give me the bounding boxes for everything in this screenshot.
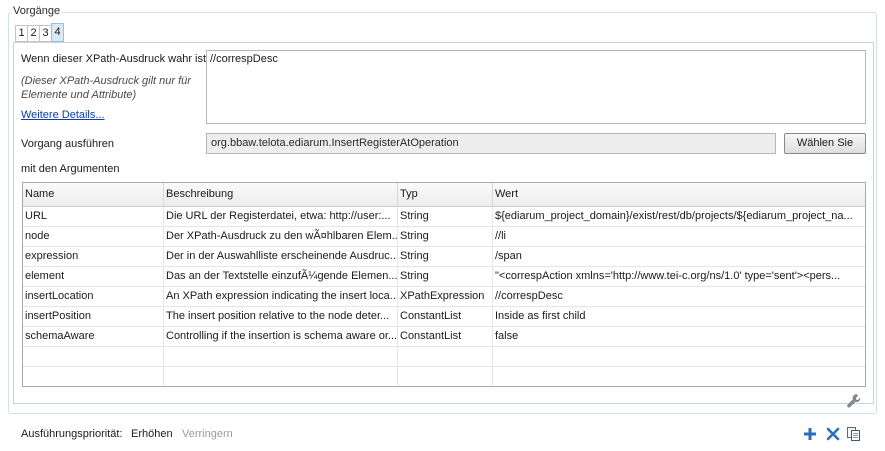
cell-name: URL <box>23 207 164 226</box>
table-row-empty <box>23 347 865 367</box>
more-details-link[interactable]: Weitere Details... <box>21 109 105 121</box>
cell-description: Controlling if the insertion is schema a… <box>164 327 398 346</box>
cell-value[interactable]: //correspDesc <box>493 287 865 306</box>
cell-value[interactable]: Inside as first child <box>493 307 865 326</box>
copy-icon[interactable] <box>846 426 862 442</box>
table-row[interactable]: insertPosition The insert position relat… <box>23 307 865 327</box>
column-header-name[interactable]: Name <box>23 183 164 206</box>
cell-value[interactable]: false <box>493 327 865 346</box>
cell-type: String <box>398 207 493 226</box>
cell-type <box>398 367 493 386</box>
cell-value[interactable]: "<correspAction xmlns='http://www.tei-c.… <box>493 267 865 286</box>
xpath-condition-input[interactable]: //correspDesc <box>206 50 866 124</box>
cell-name: element <box>23 267 164 286</box>
cell-description: An XPath expression indicating the inser… <box>164 287 398 306</box>
cell-value[interactable]: ${ediarum_project_domain}/exist/rest/db/… <box>493 207 865 226</box>
cell-name: insertLocation <box>23 287 164 306</box>
column-header-description[interactable]: Beschreibung <box>164 183 398 206</box>
lower-priority-button[interactable]: Verringern <box>182 428 233 440</box>
cell-type <box>398 347 493 366</box>
cell-type: String <box>398 247 493 266</box>
cell-description: The insert position relative to the node… <box>164 307 398 326</box>
table-row[interactable]: schemaAware Controlling if the insertion… <box>23 327 865 347</box>
table-header: Name Beschreibung Typ Wert <box>23 183 865 207</box>
cell-name <box>23 347 164 366</box>
tab-4[interactable]: 4 <box>51 23 64 42</box>
operation-label: Vorgang ausführen <box>21 138 114 150</box>
operation-field: org.bbaw.telota.ediarum.InsertRegisterAt… <box>206 133 776 154</box>
cell-name: node <box>23 227 164 246</box>
choose-button-label: Wählen Sie <box>796 137 854 149</box>
table-row[interactable]: node Der XPath-Ausdruck zu den wÃ¤hlbare… <box>23 227 865 247</box>
cell-type: XPathExpression <box>398 287 493 306</box>
cell-type: String <box>398 227 493 246</box>
cell-name <box>23 367 164 386</box>
cell-type: ConstantList <box>398 307 493 326</box>
table-row[interactable]: insertLocation An XPath expression indic… <box>23 287 865 307</box>
arguments-label: mit den Argumenten <box>21 163 120 175</box>
arguments-table: Name Beschreibung Typ Wert URL Die URL d… <box>22 182 866 387</box>
cell-value <box>493 347 865 366</box>
cell-type: String <box>398 267 493 286</box>
raise-priority-button[interactable]: Erhöhen <box>131 428 173 440</box>
condition-note: (Dieser XPath-Ausdruck gilt nur für Elem… <box>21 75 191 101</box>
plus-icon[interactable] <box>802 426 818 442</box>
cell-description <box>164 347 398 366</box>
tab-strip: 1 2 3 4 <box>15 23 64 42</box>
cell-value[interactable]: //li <box>493 227 865 246</box>
cell-name: insertPosition <box>23 307 164 326</box>
table-body: URL Die URL der Registerdatei, etwa: htt… <box>23 207 865 386</box>
delete-icon[interactable] <box>825 426 841 442</box>
table-row[interactable]: element Das an der Textstelle einzufÃ¼ge… <box>23 267 865 287</box>
table-row[interactable]: URL Die URL der Registerdatei, etwa: htt… <box>23 207 865 227</box>
cell-description <box>164 367 398 386</box>
cell-name: schemaAware <box>23 327 164 346</box>
cell-description: Die URL der Registerdatei, etwa: http://… <box>164 207 398 226</box>
cell-value <box>493 367 865 386</box>
xpath-condition-value: //correspDesc <box>210 53 278 65</box>
column-header-type[interactable]: Typ <box>398 183 493 206</box>
group-title: Vorgänge <box>11 5 63 17</box>
choose-operation-button[interactable]: Wählen Sie <box>784 133 866 154</box>
cell-description: Der in der Auswahlliste erscheinende Aus… <box>164 247 398 266</box>
cell-value[interactable]: /span <box>493 247 865 266</box>
cell-description: Das an der Textstelle einzufÃ¼gende Elem… <box>164 267 398 286</box>
table-row-empty <box>23 367 865 386</box>
column-header-value[interactable]: Wert <box>493 183 865 206</box>
condition-label: Wenn dieser XPath-Ausdruck wahr ist <box>21 53 207 65</box>
table-row[interactable]: expression Der in der Auswahlliste ersch… <box>23 247 865 267</box>
cell-type: ConstantList <box>398 327 493 346</box>
cell-description: Der XPath-Ausdruck zu den wÃ¤hlbaren Ele… <box>164 227 398 246</box>
cell-name: expression <box>23 247 164 266</box>
wrench-icon[interactable] <box>846 393 862 409</box>
priority-label: Ausführungspriorität: <box>21 428 123 440</box>
